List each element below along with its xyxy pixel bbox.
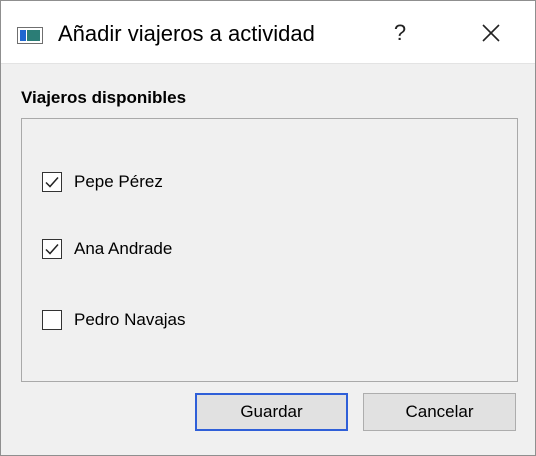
checkbox[interactable] <box>42 172 62 192</box>
checkmark-icon <box>45 244 59 255</box>
traveler-checkbox-row[interactable]: Pedro Navajas <box>42 309 186 331</box>
traveler-name: Ana Andrade <box>74 239 173 258</box>
close-icon <box>482 24 500 42</box>
dialog-window: Añadir viajeros a actividad ? Viajeros d… <box>0 0 536 456</box>
checkbox[interactable] <box>42 310 62 330</box>
traveler-name: Pepe Pérez <box>74 172 163 191</box>
section-label: Viajeros disponibles <box>21 88 187 107</box>
help-button[interactable]: ? <box>377 13 423 53</box>
title-bar[interactable]: Añadir viajeros a actividad ? <box>1 1 535 64</box>
checkbox[interactable] <box>42 239 62 259</box>
close-button[interactable] <box>467 13 515 53</box>
cancel-button[interactable]: Cancelar <box>363 393 516 431</box>
traveler-name: Pedro Navajas <box>74 310 186 329</box>
travelers-group: Pepe Pérez Ana Andrade Pedro Navajas <box>21 118 518 382</box>
traveler-checkbox-row[interactable]: Ana Andrade <box>42 238 172 260</box>
save-button[interactable]: Guardar <box>195 393 348 431</box>
dialog-title: Añadir viajeros a actividad <box>58 21 315 46</box>
checkmark-icon <box>45 177 59 188</box>
app-window-icon <box>17 27 43 44</box>
traveler-checkbox-row[interactable]: Pepe Pérez <box>42 171 163 193</box>
